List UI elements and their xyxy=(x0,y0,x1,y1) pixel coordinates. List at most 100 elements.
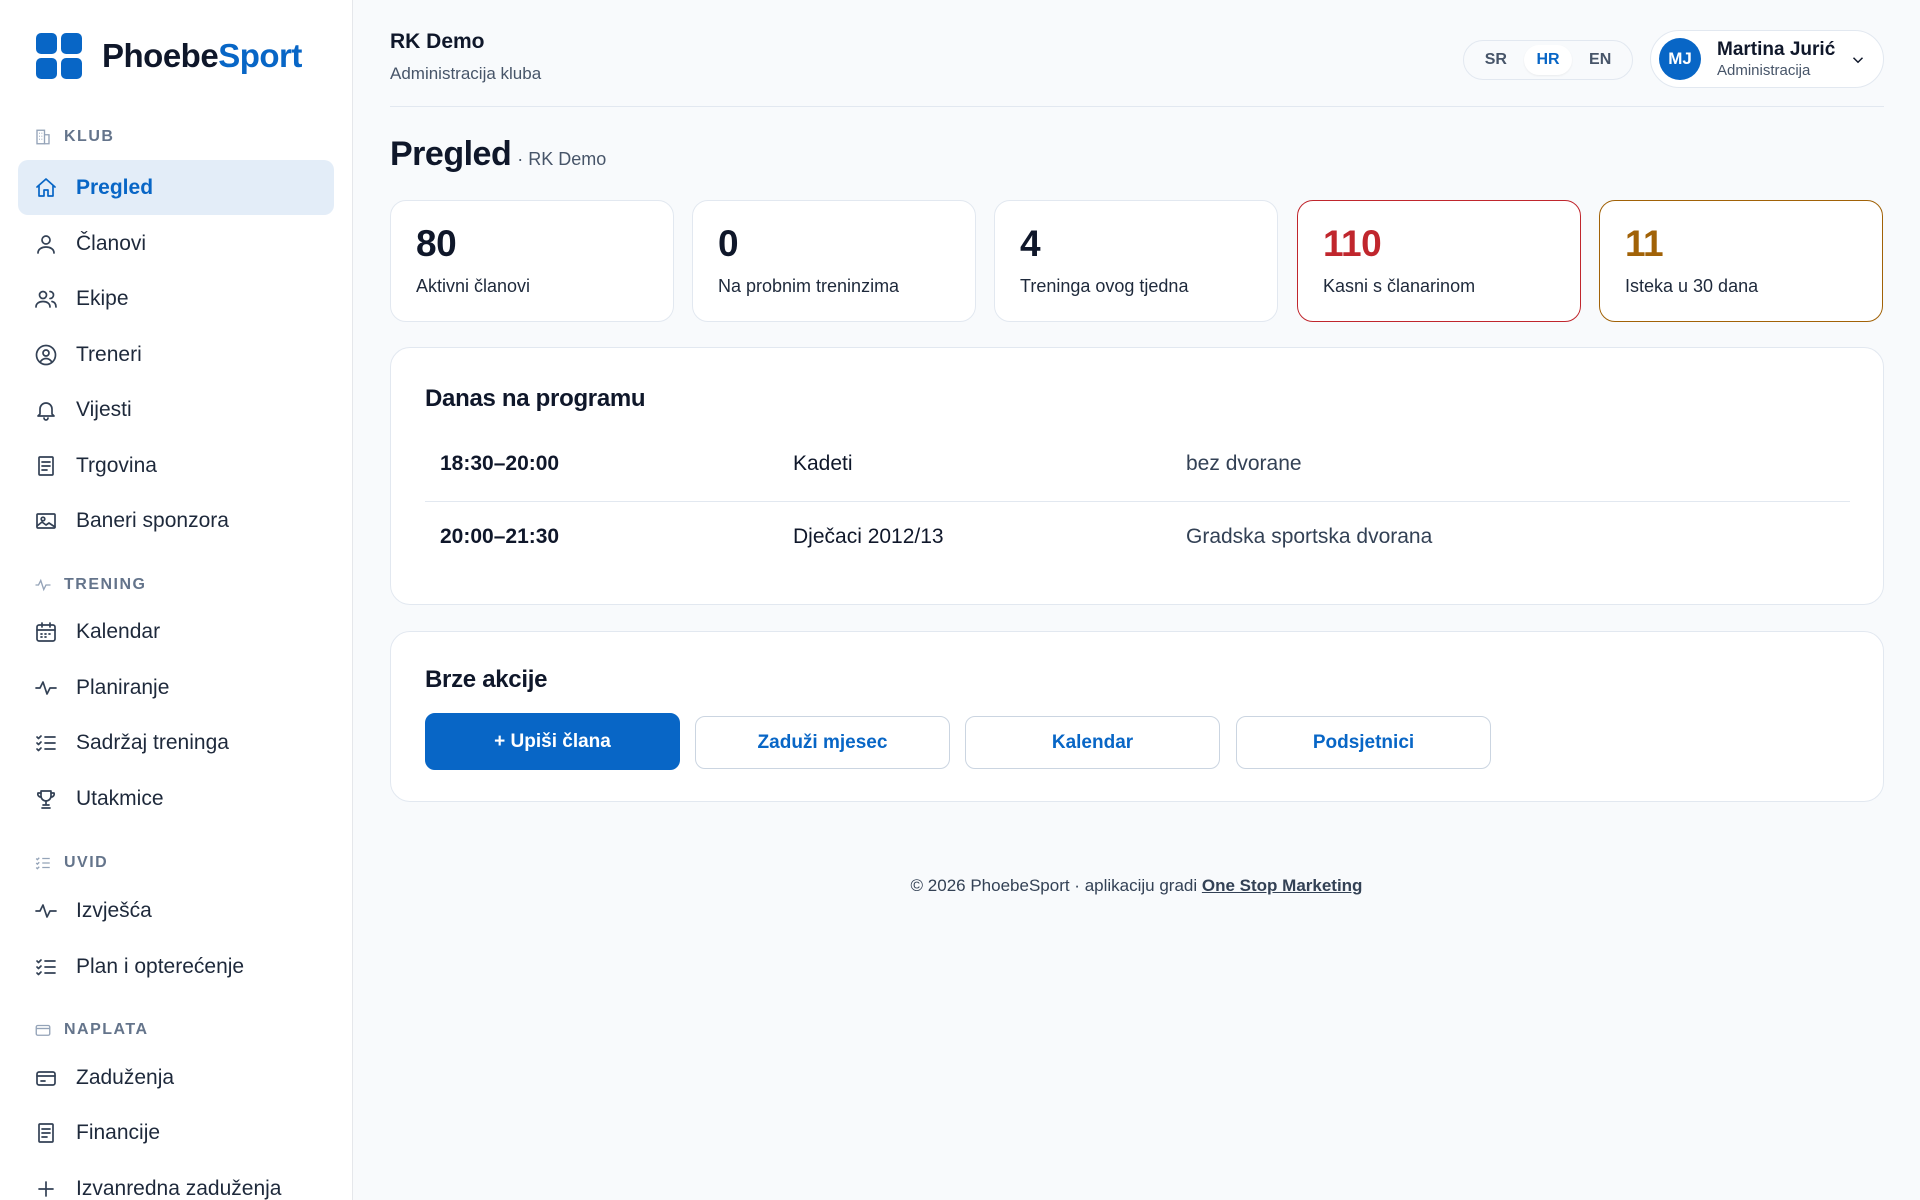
stat-label: Na probnim treninzima xyxy=(718,276,900,296)
list-check-icon xyxy=(36,734,56,751)
sidebar-item-plan-i-opterecenje[interactable]: Plan i opterećenje xyxy=(18,939,334,994)
list-check-icon xyxy=(36,958,56,975)
activity-icon xyxy=(35,578,51,592)
sidebar-item-label: Vijesti xyxy=(76,397,132,421)
stat-card-aktivni-clanovi[interactable]: 80 Aktivni članovi xyxy=(390,200,674,322)
stat-card-kasni-clanarina[interactable]: 110 Kasni s članarinom xyxy=(1297,200,1581,322)
schedule-row[interactable]: 20:00–21:30 Dječaci 2012/13 Gradska spor… xyxy=(425,503,1850,575)
sidebar-item-label: Kalendar xyxy=(76,619,161,643)
credit-card-icon xyxy=(36,1070,56,1086)
sidebar-item-pregled[interactable]: Pregled xyxy=(18,160,334,215)
sidebar-item-treneri[interactable]: Treneri xyxy=(18,327,334,382)
today-schedule-card: Danas na programu 18:30–20:00 Kadeti bez… xyxy=(390,347,1884,605)
sidebar-item-vijesti[interactable]: Vijesti xyxy=(18,382,334,437)
language-switcher: SR HR EN xyxy=(1463,40,1633,80)
user-menu[interactable]: MJ Martina Jurić Administracija xyxy=(1650,30,1884,88)
sidebar-item-label: Utakmice xyxy=(76,786,164,810)
stat-label: Treninga ovog tjedna xyxy=(1020,276,1189,296)
calendar-button[interactable]: Kalendar xyxy=(965,716,1220,769)
sidebar-item-label: Plan i opterećenje xyxy=(76,954,245,978)
image-icon xyxy=(36,512,56,529)
stat-value: 80 xyxy=(416,223,457,264)
credit-card-icon xyxy=(35,1024,51,1036)
schedule-team: Dječaci 2012/13 xyxy=(793,525,944,548)
sidebar-item-label: Trgovina xyxy=(76,453,157,477)
sidebar-item-planiranje[interactable]: Planiranje xyxy=(18,660,334,715)
club-subtitle: Administracija kluba xyxy=(390,64,542,83)
quick-actions-title: Brze akcije xyxy=(425,666,548,693)
sidebar-item-label: Baneri sponzora xyxy=(76,508,229,532)
sidebar-section-uvid: UVID xyxy=(34,854,108,872)
user-icon xyxy=(37,234,55,254)
today-schedule-title: Danas na programu xyxy=(425,385,646,412)
calendar-icon xyxy=(36,621,56,642)
chevron-down-icon xyxy=(1852,57,1864,64)
sidebar-item-utakmice[interactable]: Utakmice xyxy=(18,771,334,826)
avatar: MJ xyxy=(1659,38,1701,80)
home-icon xyxy=(36,177,56,197)
schedule-time: 20:00–21:30 xyxy=(440,525,560,548)
footer: © 2026 PhoebeSport · aplikaciju gradi On… xyxy=(353,876,1920,896)
sidebar-item-label: Zaduženja xyxy=(76,1065,175,1089)
schedule-row[interactable]: 18:30–20:00 Kadeti bez dvorane xyxy=(425,430,1850,502)
sidebar-item-clanovi[interactable]: Članovi xyxy=(18,216,334,271)
enroll-member-button[interactable]: + Upiši člana xyxy=(425,713,680,770)
receipt-icon xyxy=(38,455,54,476)
stat-card-probni-treninzi[interactable]: 0 Na probnim treninzima xyxy=(692,200,976,322)
stat-label: Isteka u 30 dana xyxy=(1625,276,1759,296)
sidebar-item-izvanredna-zaduzenja[interactable]: Izvanredna zaduženja xyxy=(18,1161,334,1200)
sidebar-section-naplata: NAPLATA xyxy=(34,1021,149,1039)
club-name: RK Demo xyxy=(390,30,485,53)
sidebar-item-zaduzenja[interactable]: Zaduženja xyxy=(18,1050,334,1105)
reminders-button[interactable]: Podsjetnici xyxy=(1236,716,1491,769)
plus-icon xyxy=(38,1180,54,1197)
schedule-team: Kadeti xyxy=(793,452,853,475)
sidebar-item-label: Treneri xyxy=(76,342,142,366)
sidebar-item-label: Izvješća xyxy=(76,898,152,922)
sidebar-section-trening: TRENING xyxy=(34,576,147,594)
activity-icon xyxy=(35,680,57,695)
sidebar-item-ekipe[interactable]: Ekipe xyxy=(18,271,334,326)
trophy-icon xyxy=(36,789,56,809)
stat-card-isteka-30-dana[interactable]: 11 Isteka u 30 dana xyxy=(1599,200,1883,322)
stat-value: 110 xyxy=(1323,223,1382,264)
footer-text: © 2026 PhoebeSport · aplikaciju gradi xyxy=(910,876,1202,895)
sidebar-item-financije[interactable]: Financije xyxy=(18,1105,334,1160)
sidebar-item-label: Financije xyxy=(76,1120,161,1144)
main-content: RK Demo Administracija kluba SR HR EN MJ… xyxy=(353,0,1920,1200)
sidebar-item-label: Pregled xyxy=(76,175,154,199)
brand-logo[interactable]: PhoebeSport xyxy=(36,33,302,79)
brand-name: PhoebeSport xyxy=(102,37,302,74)
lang-option-hr[interactable]: HR xyxy=(1524,45,1572,75)
sidebar-item-izvjesca[interactable]: Izvješća xyxy=(18,883,334,938)
sidebar-item-label: Izvanredna zaduženja xyxy=(76,1176,282,1200)
stat-value: 4 xyxy=(1020,223,1041,264)
quick-actions-card: Brze akcije + Upiši člana Zaduži mjesec … xyxy=(390,631,1884,802)
header-divider xyxy=(390,106,1884,107)
sidebar-item-label: Sadržaj treninga xyxy=(76,730,229,754)
stat-value: 11 xyxy=(1625,223,1664,264)
logo-icon xyxy=(36,33,82,79)
sidebar: PhoebeSport KLUB Pregled Članovi Ekipe T… xyxy=(0,0,353,1200)
sidebar-section-klub: KLUB xyxy=(34,128,114,146)
sidebar-item-sadrzaj-treninga[interactable]: Sadržaj treninga xyxy=(18,715,334,770)
charge-month-button[interactable]: Zaduži mjesec xyxy=(695,716,950,769)
stat-value: 0 xyxy=(718,223,739,264)
schedule-time: 18:30–20:00 xyxy=(440,452,560,475)
page-subtitle: · RK Demo xyxy=(517,149,607,169)
stat-card-treninga-tjedna[interactable]: 4 Treninga ovog tjedna xyxy=(994,200,1278,322)
user-role: Administracija xyxy=(1717,62,1811,79)
lang-option-en[interactable]: EN xyxy=(1577,45,1623,75)
user-circle-icon xyxy=(35,344,57,365)
footer-link[interactable]: One Stop Marketing xyxy=(1202,876,1363,895)
page-title: Pregled · RK Demo xyxy=(390,135,607,173)
sidebar-item-kalendar[interactable]: Kalendar xyxy=(18,604,334,659)
schedule-hall: Gradska sportska dvorana xyxy=(1186,525,1433,548)
sidebar-item-label: Planiranje xyxy=(76,675,170,699)
stat-label: Aktivni članovi xyxy=(416,276,531,296)
sidebar-item-label: Članovi xyxy=(76,231,147,255)
stat-label: Kasni s članarinom xyxy=(1323,276,1476,296)
lang-option-sr[interactable]: SR xyxy=(1473,45,1519,75)
sidebar-item-trgovina[interactable]: Trgovina xyxy=(18,438,334,493)
sidebar-item-baneri-sponzora[interactable]: Baneri sponzora xyxy=(18,493,334,548)
